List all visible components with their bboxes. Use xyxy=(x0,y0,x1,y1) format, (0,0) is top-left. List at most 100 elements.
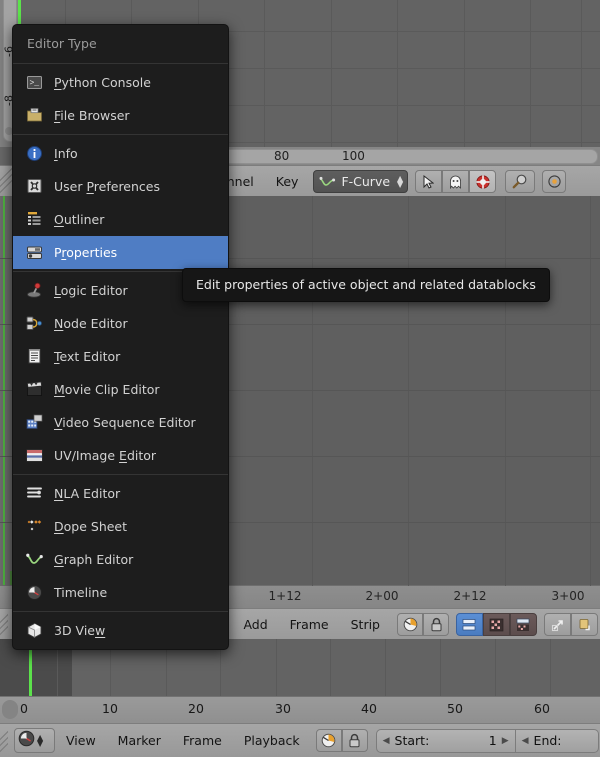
magnifier-icon[interactable] xyxy=(505,170,536,193)
sequencer-snap-lock-group xyxy=(397,613,449,636)
tooltip-text: Edit properties of active object and rel… xyxy=(196,277,536,292)
timeline-corner-grip[interactable] xyxy=(0,725,8,756)
show-preview-icon[interactable] xyxy=(483,613,510,636)
editor-type-menu[interactable]: Editor Type >_ Python Console File Browser… xyxy=(12,24,229,650)
menu-item-outliner[interactable]: Outliner xyxy=(13,203,228,236)
timeline-area[interactable]: 0 10 20 30 40 50 60 xyxy=(0,639,600,724)
menu-separator xyxy=(13,134,228,135)
menu-item-properties[interactable]: Properties xyxy=(13,236,228,269)
timeline-ruler-tick: 50 xyxy=(447,701,463,716)
sequencer-corner-grip[interactable] xyxy=(0,609,8,640)
proportional-edit-group xyxy=(542,170,567,193)
ghost-icon[interactable] xyxy=(442,170,470,193)
menu-item-uv-image-editor[interactable]: UV/Image Editor xyxy=(13,439,228,472)
menu-item-label: Dope Sheet xyxy=(54,519,128,534)
console-icon: >_ xyxy=(26,74,43,91)
end-frame-field[interactable]: ◀ End: xyxy=(515,728,599,753)
sequencer-ruler-tick: 2+12 xyxy=(453,589,487,603)
clock-icon xyxy=(18,730,35,751)
menu-item-info[interactable]: Info xyxy=(13,137,228,170)
grid-line xyxy=(276,639,277,696)
snap-icon[interactable] xyxy=(315,729,342,752)
grid-line xyxy=(464,0,465,147)
timeline-ruler-tick: 30 xyxy=(275,701,291,716)
menu-item-label: Logic Editor xyxy=(54,283,128,298)
grid-line xyxy=(312,196,313,586)
menu-item-text-editor[interactable]: Text Editor xyxy=(13,340,228,373)
target-icon[interactable] xyxy=(469,170,497,193)
sequencer-view-mode-group xyxy=(456,613,537,636)
menu-item-dope-sheet[interactable]: Dope Sheet xyxy=(13,510,228,543)
editor-type-menu-title: Editor Type xyxy=(27,36,97,51)
fcurve-icon xyxy=(26,551,43,568)
sequencer-icon xyxy=(26,414,43,431)
menu-item-label: UV/Image Editor xyxy=(54,448,157,463)
chevron-left-icon[interactable]: ◀ xyxy=(522,736,529,746)
sequencer-menu-add[interactable]: Add xyxy=(232,609,278,640)
grid-line xyxy=(385,639,386,696)
grid-line xyxy=(590,196,591,586)
grid-line xyxy=(264,0,265,147)
grid-line xyxy=(581,0,582,147)
menu-item-label: 3D View xyxy=(54,623,106,638)
graph-mode-dropdown[interactable]: F-Curve ▲ ▼ xyxy=(313,170,409,193)
show-strips-icon[interactable] xyxy=(456,613,483,636)
nla-icon xyxy=(26,485,43,502)
menu-separator xyxy=(13,63,228,64)
timeline-ruler-tick: 20 xyxy=(188,701,204,716)
menu-item-graph-editor[interactable]: Graph Editor xyxy=(13,543,228,576)
refresh-icon[interactable] xyxy=(571,613,598,636)
end-frame-label: End: xyxy=(533,733,562,748)
folder-icon xyxy=(26,107,43,124)
menu-item-label: Properties xyxy=(54,245,118,260)
timeline-ruler[interactable]: 0 10 20 30 40 50 60 xyxy=(0,696,600,724)
menu-item-file-browser[interactable]: File Browser xyxy=(13,99,228,132)
preferences-icon xyxy=(26,178,43,195)
timeline-editor-type-button[interactable]: ▲ ▼ xyxy=(14,728,55,753)
timeline-snap-lock-group xyxy=(315,729,368,752)
menu-separator xyxy=(13,611,228,612)
fcurve-icon xyxy=(319,175,336,189)
cursor-icon[interactable] xyxy=(415,170,443,193)
snap-icon[interactable] xyxy=(397,613,423,636)
timeline-scroll-cap[interactable] xyxy=(2,700,18,719)
menu-item-3d-view[interactable]: 3D View xyxy=(13,614,228,647)
timeline-menu-marker[interactable]: Marker xyxy=(107,725,172,756)
chevron-right-icon[interactable]: ▶ xyxy=(502,736,509,746)
grid-line xyxy=(408,196,409,586)
menu-item-timeline[interactable]: Timeline xyxy=(13,576,228,609)
lock-icon[interactable] xyxy=(341,729,368,752)
timeline-menu-frame[interactable]: Frame xyxy=(172,725,233,756)
sequencer-menu-strip[interactable]: Strip xyxy=(340,609,391,640)
dopesheet-icon xyxy=(26,518,43,535)
menu-item-video-sequence-editor[interactable]: Video Sequence Editor xyxy=(13,406,228,439)
sequencer-menu-frame[interactable]: Frame xyxy=(279,609,340,640)
menu-item-label: Timeline xyxy=(54,585,108,600)
menu-item-python-console[interactable]: >_ Python Console xyxy=(13,66,228,99)
menu-item-label: Movie Clip Editor xyxy=(54,382,160,397)
lock-icon[interactable] xyxy=(423,613,449,636)
menu-item-node-editor[interactable]: Node Editor xyxy=(13,307,228,340)
chevron-updown-icon: ▲▼ xyxy=(397,173,404,189)
outliner-icon xyxy=(26,211,43,228)
grid-line xyxy=(530,0,531,147)
graph-view-buttons xyxy=(505,170,536,193)
text-icon xyxy=(26,348,43,365)
grid-line xyxy=(550,639,551,696)
menu-item-nla-editor[interactable]: NLA Editor xyxy=(13,477,228,510)
menu-item-label: Graph Editor xyxy=(54,552,134,567)
menu-item-movie-clip-editor[interactable]: Movie Clip Editor xyxy=(13,373,228,406)
info-icon xyxy=(26,145,43,162)
proportional-edit-icon[interactable] xyxy=(542,170,567,193)
show-both-icon[interactable] xyxy=(510,613,537,636)
reload-icon[interactable] xyxy=(544,613,571,636)
timeline-menu-view[interactable]: View xyxy=(55,725,107,756)
chevron-left-icon[interactable]: ◀ xyxy=(383,736,390,746)
tooltip: Edit properties of active object and rel… xyxy=(182,268,550,302)
graph-menu-key[interactable]: Key xyxy=(265,166,310,197)
menu-item-label: User Preferences xyxy=(54,179,160,194)
start-frame-field[interactable]: ◀ Start: 1 ▶ xyxy=(375,728,516,753)
timeline-menu-playback[interactable]: Playback xyxy=(233,725,311,756)
graph-mode-label: F-Curve xyxy=(341,174,391,189)
menu-item-user-preferences[interactable]: User Preferences xyxy=(13,170,228,203)
